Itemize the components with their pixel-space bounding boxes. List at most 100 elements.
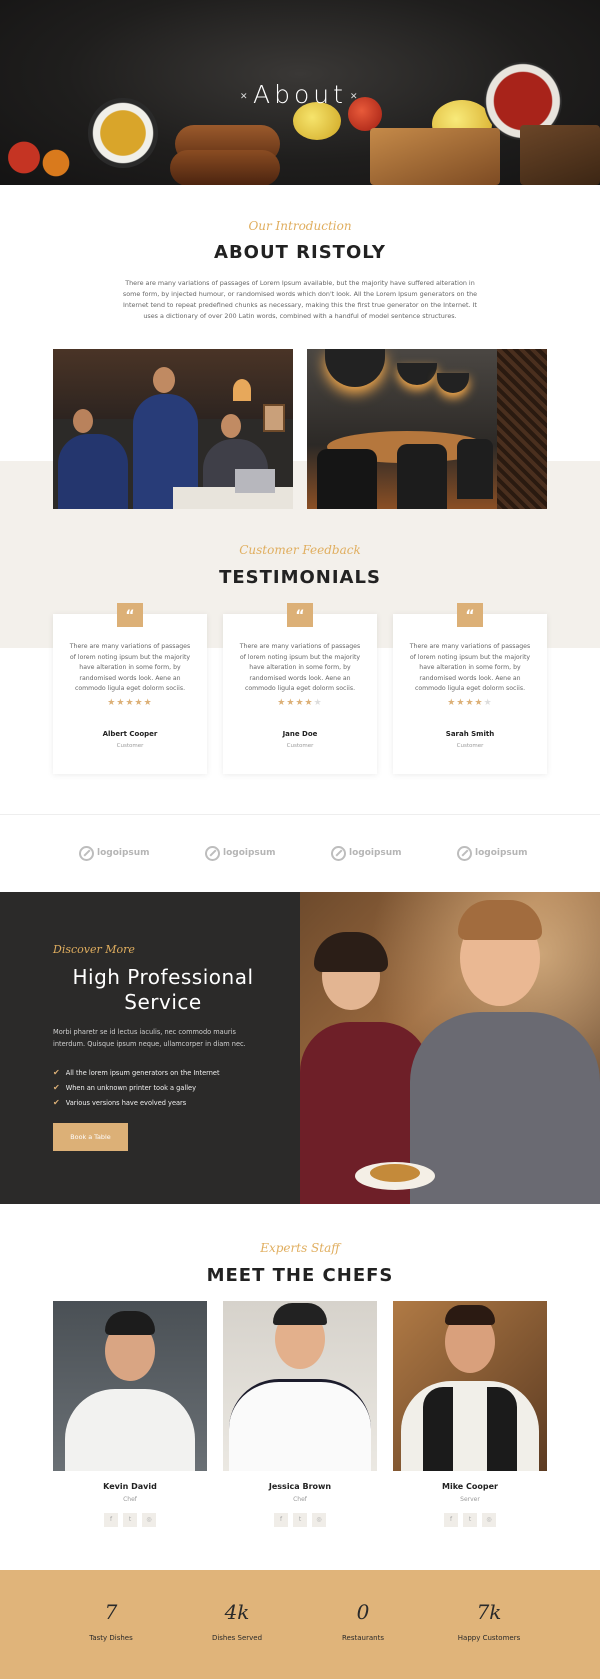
testimonial-role: Customer [456,743,484,749]
staff-team-photo [53,349,293,509]
facebook-icon[interactable]: f [104,1513,118,1527]
stat-number: 7 [104,1600,118,1624]
logos-divider [0,814,600,815]
testimonial-name: Jane Doe [282,730,318,738]
dining-room-photo [307,349,547,509]
testimonial-text: There are many variations of passages of… [69,643,191,692]
instagram-icon[interactable]: ◎ [312,1513,326,1527]
twitter-icon[interactable]: t [463,1513,477,1527]
star-icon: ★ [143,698,153,708]
chef-socials: f t ◎ [393,1513,547,1527]
star-rating: ★★★★★ [393,698,547,708]
intro-subtitle: Our Introduction [248,219,352,233]
chef-role: Chef [123,1496,137,1503]
diners-photo [300,892,600,1204]
service-title: High Professional Service [72,965,254,1014]
testimonial-card: “ There are many variations of passages … [53,603,207,774]
twitter-icon[interactable]: t [293,1513,307,1527]
check-icon: ✔ [53,1068,60,1077]
star-icon: ★ [447,698,457,708]
stat-label: Tasty Dishes [89,1634,133,1642]
facebook-icon[interactable]: f [274,1513,288,1527]
testimonial-role: Customer [116,743,144,749]
star-icon: ★ [465,698,475,708]
star-icon: ★ [125,698,135,708]
tomato-slices-image [0,130,80,185]
testimonial-text: There are many variations of passages of… [409,643,531,692]
quote-icon: “ [117,603,143,627]
check-icon: ✔ [53,1083,60,1092]
stat-number: 7k [476,1600,502,1624]
partner-logo[interactable]: logoipsum [79,845,150,861]
stat-dishes-served: 4k Dishes Served [177,1600,297,1642]
testimonial-card: “ There are many variations of passages … [393,603,547,774]
star-icon: ★ [304,698,314,708]
testimonial-text: There are many variations of passages of… [239,643,361,692]
logo-mark-icon [79,845,94,861]
stat-tasty-dishes: 7 Tasty Dishes [51,1600,171,1642]
stat-number: 0 [356,1600,370,1624]
intro-title: ABOUT RISTOLY [214,242,386,263]
star-icon: ★ [474,698,484,708]
quote-icon: “ [287,603,313,627]
star-rating: ★★★★★ [223,698,377,708]
service-subtitle: Discover More [53,943,135,956]
stat-label: Happy Customers [457,1634,521,1642]
logo-mark-icon [205,845,220,861]
hero-ornament-right: ✕ [350,92,358,102]
chef-name: Mike Cooper [442,1482,498,1491]
check-icon: ✔ [53,1098,60,1107]
stat-number: 4k [224,1600,250,1624]
star-icon: ★ [277,698,287,708]
logo-mark-icon [331,845,346,861]
grilled-meat-image [370,128,500,185]
testimonial-role: Customer [286,743,314,749]
stat-restaurants: 0 Restaurants [303,1600,423,1642]
partner-logo[interactable]: logoipsum [331,845,402,861]
checklist-item: ✔ All the lorem ipsum generators on the I… [53,1068,220,1077]
sausage-image [170,150,280,185]
star-rating: ★★★★★ [53,698,207,708]
chef-photo [393,1301,547,1471]
stat-label: Dishes Served [211,1634,263,1642]
logo-mark-icon [457,845,472,861]
book-table-button[interactable]: Book a Table [53,1123,128,1151]
chef-socials: f t ◎ [53,1513,207,1527]
instagram-icon[interactable]: ◎ [482,1513,496,1527]
service-text: Morbi pharetr se id lectus iaculis, nec … [53,1028,246,1048]
stat-happy-customers: 7k Happy Customers [429,1600,549,1642]
chefs-subtitle: Experts Staff [260,1241,340,1255]
chefs-title: MEET THE CHEFS [206,1265,394,1286]
star-icon: ★ [134,698,144,708]
page-title: About [253,80,347,109]
testimonial-name: Albert Cooper [102,730,158,738]
chef-name: Jessica Brown [268,1482,332,1491]
partner-logo[interactable]: logoipsum [457,845,528,861]
star-icon: ★ [483,698,493,708]
twitter-icon[interactable]: t [123,1513,137,1527]
testimonials-title: TESTIMONIALS [219,567,381,588]
star-icon: ★ [295,698,305,708]
star-icon: ★ [107,698,117,708]
chef-socials: f t ◎ [223,1513,377,1527]
checklist-item: ✔ Various versions have evolved years [53,1098,187,1107]
cutting-board-image [520,125,600,185]
instagram-icon[interactable]: ◎ [142,1513,156,1527]
facebook-icon[interactable]: f [444,1513,458,1527]
hero-banner: ✕ About ✕ [0,0,600,185]
service-checklist: ✔ All the lorem ipsum generators on the I… [53,1065,220,1110]
testimonial-name: Sarah Smith [445,730,495,738]
checklist-item: ✔ When an unknown printer took a galley [53,1083,197,1092]
quote-icon: “ [457,603,483,627]
chef-name: Kevin David [103,1482,157,1491]
intro-text: There are many variations of passages of… [122,279,478,320]
stat-label: Restaurants [342,1634,384,1642]
chef-role: Server [460,1496,480,1503]
chef-photo [223,1301,377,1471]
chef-photo [53,1301,207,1471]
partner-logo[interactable]: logoipsum [205,845,276,861]
testimonials-subtitle: Customer Feedback [239,543,361,557]
chef-role: Chef [293,1496,307,1503]
star-icon: ★ [313,698,323,708]
testimonial-card: “ There are many variations of passages … [223,603,377,774]
